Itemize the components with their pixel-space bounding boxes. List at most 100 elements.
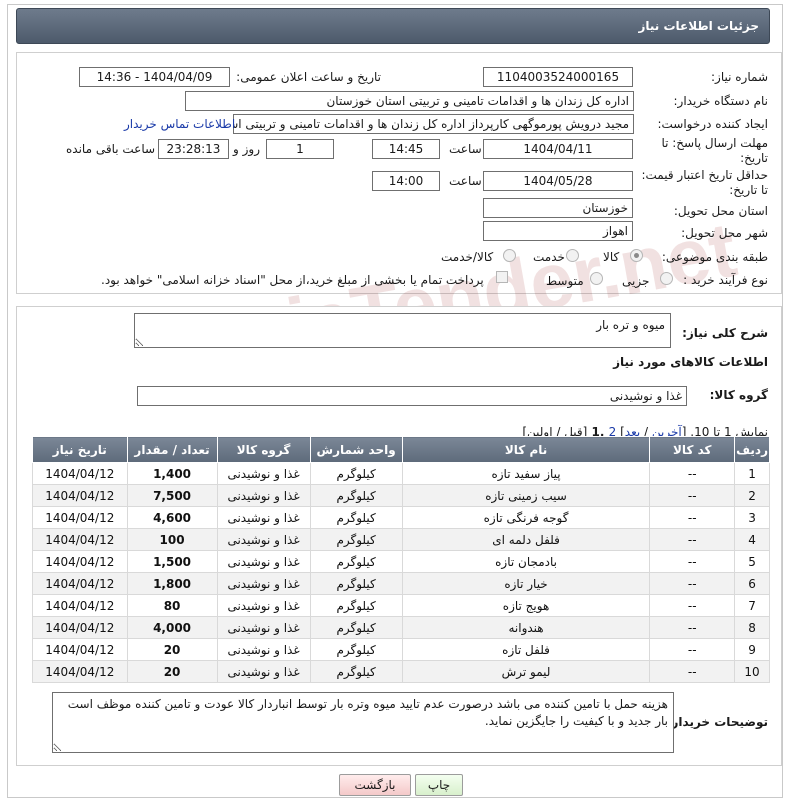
unit-cell: کیلوگرم [309, 484, 403, 507]
item-name-cell: فلفل تازه [401, 638, 651, 661]
buyer-notes-textarea[interactable]: هزینه حمل با تامین کننده می باشد درصورت … [52, 692, 674, 753]
item-name-cell: بادمجان تازه [401, 550, 651, 573]
table-row: 9 -- فلفل تازه کیلوگرم غذا و نوشیدنی 20 1404/0… [32, 638, 770, 661]
process-minor-label: جزیی [622, 274, 650, 288]
buyer-notes-label: توضیحات خریدار: [666, 715, 768, 729]
item-group-cell: غذا و نوشیدنی [216, 594, 311, 617]
goods-group-field: غذا و نوشیدنی [137, 386, 687, 406]
unit-cell: کیلوگرم [309, 594, 403, 617]
quantity-cell: 20 [126, 638, 218, 661]
need-date-cell: 1404/04/12 [32, 506, 128, 529]
quantity-cell: 1,400 [126, 462, 218, 485]
buyer-contact-link[interactable]: اطلاعات تماس خریدار [124, 117, 235, 131]
unit-cell: کیلوگرم [309, 462, 403, 485]
category-radio-goods[interactable] [630, 249, 643, 262]
item-code-cell: -- [649, 550, 736, 573]
category-radio-goods-service[interactable] [503, 249, 516, 262]
print-button[interactable]: چاپ [415, 774, 463, 796]
unit-cell: کیلوگرم [309, 572, 403, 595]
quantity-cell: 1,500 [126, 550, 218, 573]
item-group-cell: غذا و نوشیدنی [216, 484, 311, 507]
table-row: 5 -- بادمجان تازه کیلوگرم غذا و نوشیدنی 1,500… [32, 550, 770, 573]
buyer-org-label: نام دستگاه خریدار: [673, 94, 769, 108]
need-number-field: 1104003524000165 [483, 67, 633, 87]
item-name-cell: گوجه فرنگی تازه [401, 506, 651, 529]
reply-date-field: 1404/04/11 [483, 139, 633, 159]
quantity-cell: 7,500 [126, 484, 218, 507]
process-radio-minor[interactable] [660, 272, 673, 285]
table-row: 2 -- سیب زمینی تازه کیلوگرم غذا و نوشیدنی 7,5… [32, 484, 770, 507]
row-number-cell: 10 [734, 660, 770, 683]
unit-cell: کیلوگرم [309, 528, 403, 551]
category-service-label: خدمت [533, 250, 565, 264]
item-group-cell: غذا و نوشیدنی [216, 638, 311, 661]
quantity-cell: 20 [126, 660, 218, 683]
price-validity-label: حداقل تاریخ اعتبار قیمت: تا تاریخ: [641, 168, 768, 197]
row-number-cell: 7 [734, 594, 770, 617]
general-desc-textarea[interactable]: میوه و تره بار [134, 313, 671, 348]
row-number-cell: 5 [734, 550, 770, 573]
col-code-header: کد کالا [649, 436, 736, 463]
goods-group-label: گروه کالا: [709, 388, 768, 402]
item-code-cell: -- [649, 572, 736, 595]
category-goods-service-label: کالا/خدمت [441, 250, 494, 264]
item-name-cell: فلفل دلمه ای [401, 528, 651, 551]
category-goods-label: کالا [603, 250, 620, 264]
unit-cell: کیلوگرم [309, 506, 403, 529]
process-medium-label: متوسط [546, 274, 584, 288]
col-date-header: تاریخ نیاز [32, 436, 128, 463]
item-code-cell: -- [649, 638, 736, 661]
requester-label: ایجاد کننده درخواست: [657, 117, 768, 131]
row-number-cell: 1 [734, 462, 770, 485]
table-row: 6 -- خیار تازه کیلوگرم غذا و نوشیدنی 1,800 140… [32, 572, 770, 595]
process-type-label: نوع فرآیند خرید : [683, 273, 768, 287]
need-number-label: شماره نیاز: [711, 70, 768, 84]
quantity-cell: 4,000 [126, 616, 218, 639]
remaining-time-field: 23:28:13 [158, 139, 229, 159]
price-time-field: 14:00 [372, 171, 440, 191]
table-row: 10 -- لیمو ترش کیلوگرم غذا و نوشیدنی 20 1404/0… [32, 660, 770, 683]
col-unit-header: واحد شمارش [309, 436, 403, 463]
unit-cell: کیلوگرم [309, 660, 403, 683]
treasury-payment-note: پرداخت تمام یا بخشی از مبلغ خرید،از محل … [101, 273, 484, 287]
category-label: طبقه بندی موضوعی: [661, 250, 768, 264]
goods-info-title: اطلاعات کالاهای مورد نیاز [613, 355, 768, 369]
unit-cell: کیلوگرم [309, 638, 403, 661]
reply-time-field: 14:45 [372, 139, 440, 159]
requester-field: مجید درویش پورموگهی کارپرداز اداره کل زن… [233, 114, 634, 134]
days-field: 1 [266, 139, 334, 159]
item-code-cell: -- [649, 660, 736, 683]
category-radio-service[interactable] [566, 249, 579, 262]
col-qty-header: تعداد / مقدار [126, 436, 218, 463]
item-group-cell: غذا و نوشیدنی [216, 572, 311, 595]
item-name-cell: هندوانه [401, 616, 651, 639]
need-date-cell: 1404/04/12 [32, 572, 128, 595]
general-desc-label: شرح کلی نیاز: [682, 326, 768, 340]
treasury-payment-checkbox[interactable] [496, 271, 508, 283]
item-code-cell: -- [649, 616, 736, 639]
row-number-cell: 8 [734, 616, 770, 639]
item-group-cell: غذا و نوشیدنی [216, 660, 311, 683]
quantity-cell: 80 [126, 594, 218, 617]
back-button[interactable]: بازگشت [339, 774, 411, 796]
quantity-cell: 1,800 [126, 572, 218, 595]
table-row: 4 -- فلفل دلمه ای کیلوگرم غذا و نوشیدنی 100 14… [32, 528, 770, 551]
item-group-cell: غذا و نوشیدنی [216, 462, 311, 485]
item-name-cell: پیاز سفید تازه [401, 462, 651, 485]
row-number-cell: 2 [734, 484, 770, 507]
goods-table: ردیف کد کالا نام کالا واحد شمارش گروه کا… [32, 436, 770, 683]
price-date-field: 1404/05/28 [483, 171, 633, 191]
table-row: 1 -- پیاز سفید تازه کیلوگرم غذا و نوشیدنی 1,4… [32, 462, 770, 485]
row-number-cell: 4 [734, 528, 770, 551]
item-name-cell: سیب زمینی تازه [401, 484, 651, 507]
price-time-label: ساعت [449, 174, 482, 188]
item-group-cell: غذا و نوشیدنی [216, 528, 311, 551]
item-name-cell: لیمو ترش [401, 660, 651, 683]
need-date-cell: 1404/04/12 [32, 484, 128, 507]
need-date-cell: 1404/04/12 [32, 638, 128, 661]
process-radio-medium[interactable] [590, 272, 603, 285]
need-date-cell: 1404/04/12 [32, 462, 128, 485]
unit-cell: کیلوگرم [309, 616, 403, 639]
days-label: روز و [233, 142, 260, 156]
need-date-cell: 1404/04/12 [32, 616, 128, 639]
